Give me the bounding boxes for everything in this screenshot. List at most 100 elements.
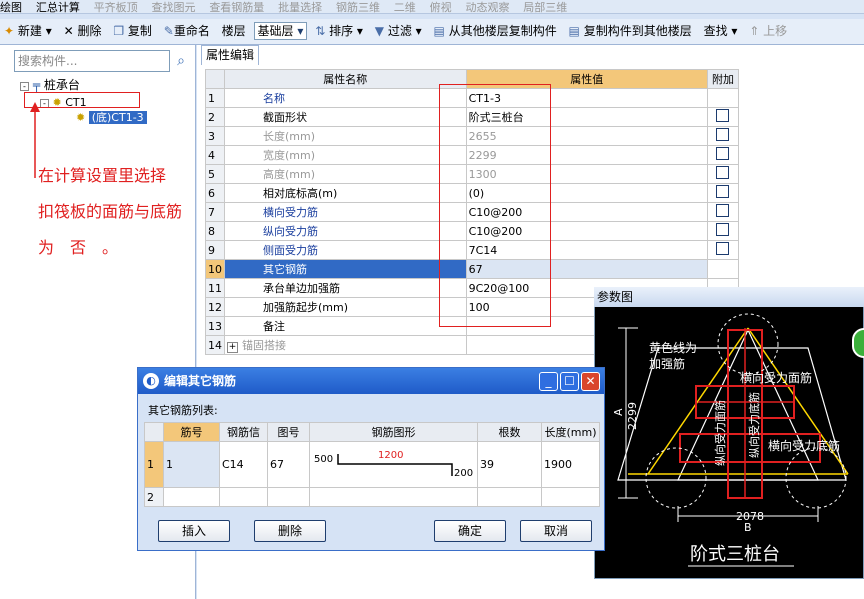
row-number: 13 bbox=[205, 316, 225, 336]
rebar-cell-grade[interactable]: C14 bbox=[219, 441, 268, 488]
property-name[interactable]: 宽度(mm) bbox=[224, 145, 467, 165]
property-name[interactable]: 备注 bbox=[224, 316, 467, 336]
delete-icon: ✕ bbox=[63, 24, 74, 38]
rebar-cell-length[interactable]: 1900 bbox=[541, 441, 600, 488]
floor-label: 楼层 bbox=[221, 24, 246, 38]
rebar-cell-fig[interactable]: 67 bbox=[267, 441, 310, 488]
expand-icon[interactable]: + bbox=[227, 342, 238, 353]
rebar-cell-count[interactable]: 39 bbox=[477, 441, 542, 488]
rebar-col-fig: 图号 bbox=[267, 422, 310, 442]
tab-property-edit[interactable]: 属性编辑 bbox=[201, 45, 259, 65]
main-menu-bar: 绘图 汇总计算 平齐板顶 查找图元 查看钢筋量 批量选择 钢筋三维 二维 俯视 … bbox=[0, 0, 864, 14]
property-name[interactable]: 承台单边加强筋 bbox=[224, 278, 467, 298]
dim-b-letter: B bbox=[744, 521, 752, 534]
row-number: 7 bbox=[205, 202, 225, 222]
property-name[interactable]: 截面形状 bbox=[224, 107, 467, 127]
copy-to-floor-button[interactable]: ▤ 复制构件到其他楼层 bbox=[565, 19, 696, 43]
menu-rebar-3d[interactable]: 钢筋三维 bbox=[336, 1, 380, 13]
empty-cell[interactable] bbox=[477, 487, 542, 507]
chevron-down-icon: ▾ bbox=[297, 24, 304, 38]
row-number: 3 bbox=[205, 126, 225, 146]
rebar-col-grade: 钢筋信 bbox=[219, 422, 268, 442]
property-name[interactable]: 其它钢筋 bbox=[224, 259, 467, 279]
extra-checkbox[interactable] bbox=[716, 242, 730, 255]
list-label: 其它钢筋列表: bbox=[148, 404, 218, 417]
new-icon: ✦ bbox=[4, 24, 15, 38]
extra-checkbox[interactable] bbox=[716, 109, 730, 122]
annotation-line-1: 在计算设置里选择 bbox=[38, 166, 167, 185]
param-panel-title: 参数图 bbox=[594, 287, 864, 307]
menu-dynamic-view[interactable]: 动态观察 bbox=[465, 1, 509, 13]
property-name[interactable]: + 锚固搭接 bbox=[224, 335, 467, 355]
menu-batch-select[interactable]: 批量选择 bbox=[278, 1, 322, 13]
delete-button[interactable]: ✕ 删除 bbox=[60, 19, 106, 43]
empty-cell[interactable] bbox=[309, 487, 478, 507]
property-name[interactable]: 相对底标高(m) bbox=[224, 183, 467, 203]
rebar-cell-no[interactable]: 1 bbox=[163, 441, 220, 488]
sort-button[interactable]: ⇅ 排序 ▾ bbox=[311, 19, 367, 43]
empty-cell[interactable] bbox=[541, 487, 600, 507]
close-button[interactable]: ✕ bbox=[581, 372, 600, 391]
property-name[interactable]: 长度(mm) bbox=[224, 126, 467, 146]
new-button[interactable]: ✦ 新建 ▾ bbox=[0, 19, 56, 43]
copy-button[interactable]: ❐ 复制 bbox=[109, 19, 156, 43]
move-up-button[interactable]: ⇑ 上移 bbox=[745, 19, 791, 43]
property-name[interactable]: 横向受力筋 bbox=[224, 202, 467, 222]
shape-dim-left[interactable]: 500 bbox=[314, 454, 333, 465]
property-name[interactable]: 纵向受力筋 bbox=[224, 221, 467, 241]
insert-button[interactable]: 插入 bbox=[158, 520, 230, 542]
rebar-grid-corner bbox=[144, 422, 164, 442]
floor-select[interactable]: 基础层 ▾ bbox=[253, 22, 308, 40]
ok-button[interactable]: 确定 bbox=[434, 520, 506, 542]
property-extra bbox=[706, 240, 740, 260]
extra-checkbox[interactable] bbox=[716, 223, 730, 236]
search-input[interactable]: 搜索构件... bbox=[14, 50, 170, 72]
extra-checkbox[interactable] bbox=[716, 166, 730, 179]
menu-summary-calc[interactable]: 汇总计算 bbox=[36, 1, 80, 13]
empty-cell[interactable] bbox=[163, 487, 220, 507]
rebar-cell-shape[interactable]: 500 1200 200 bbox=[309, 441, 478, 488]
yellow-label-2: 加强筋 bbox=[649, 356, 685, 371]
menu-top-view[interactable]: 俯视 bbox=[430, 1, 452, 13]
shape-dim-right[interactable]: 200 bbox=[454, 468, 473, 479]
collapse-icon[interactable]: - bbox=[20, 82, 29, 91]
filter-button[interactable]: ▼ 过滤 ▾ bbox=[371, 19, 426, 43]
search-icon[interactable]: ⌕ bbox=[172, 52, 190, 70]
copy-icon: ❐ bbox=[113, 24, 125, 38]
tree-item-ct1-3[interactable]: ✹ (底)CT1-3 bbox=[76, 110, 147, 126]
property-name[interactable]: 高度(mm) bbox=[224, 164, 467, 184]
menu-view-rebar[interactable]: 查看钢筋量 bbox=[209, 1, 264, 13]
delete-row-button[interactable]: 删除 bbox=[254, 520, 326, 542]
row-number: 8 bbox=[205, 221, 225, 241]
rebar-row-number: 2 bbox=[144, 487, 164, 507]
menu-flat-slab-top[interactable]: 平齐板顶 bbox=[94, 1, 138, 13]
top-face-label: 横向受力面筋 bbox=[740, 370, 812, 385]
cancel-button[interactable]: 取消 bbox=[520, 520, 592, 542]
property-name[interactable]: 侧面受力筋 bbox=[224, 240, 467, 260]
dialog-app-icon: ◐ bbox=[143, 373, 159, 389]
bottom-face-label: 横向受力底筋 bbox=[768, 438, 840, 453]
extra-checkbox[interactable] bbox=[716, 204, 730, 217]
empty-cell[interactable] bbox=[267, 487, 310, 507]
rename-button[interactable]: ✎重命名 bbox=[160, 19, 214, 43]
property-name[interactable]: 加强筋起步(mm) bbox=[224, 297, 467, 317]
copy-from-floor-icon: ▤ bbox=[433, 24, 445, 38]
menu-draw[interactable]: 绘图 bbox=[0, 1, 22, 13]
find-button[interactable]: 查找 ▾ bbox=[700, 19, 742, 43]
tree-root[interactable]: - ╤ 桩承台 bbox=[20, 77, 80, 93]
menu-find-element[interactable]: 查找图元 bbox=[151, 1, 195, 13]
extra-checkbox[interactable] bbox=[716, 185, 730, 198]
annotation-line-3: 为 否 。 bbox=[38, 238, 119, 257]
property-extra bbox=[706, 88, 740, 108]
row-number: 4 bbox=[205, 145, 225, 165]
property-name[interactable]: 名称 bbox=[224, 88, 467, 108]
menu-local-3d[interactable]: 局部三维 bbox=[523, 1, 567, 13]
component-toolbar: ✦ 新建 ▾ ✕ 删除 ❐ 复制 ✎重命名 楼层 基础层 ▾ ⇅ 排序 ▾ ▼ … bbox=[0, 19, 864, 45]
extra-checkbox[interactable] bbox=[716, 128, 730, 141]
extra-checkbox[interactable] bbox=[716, 147, 730, 160]
maximize-button[interactable]: ☐ bbox=[560, 372, 579, 391]
menu-2d[interactable]: 二维 bbox=[394, 1, 416, 13]
empty-cell[interactable] bbox=[219, 487, 268, 507]
minimize-button[interactable]: _ bbox=[539, 372, 558, 391]
copy-from-floor-button[interactable]: ▤ 从其他楼层复制构件 bbox=[430, 19, 561, 43]
